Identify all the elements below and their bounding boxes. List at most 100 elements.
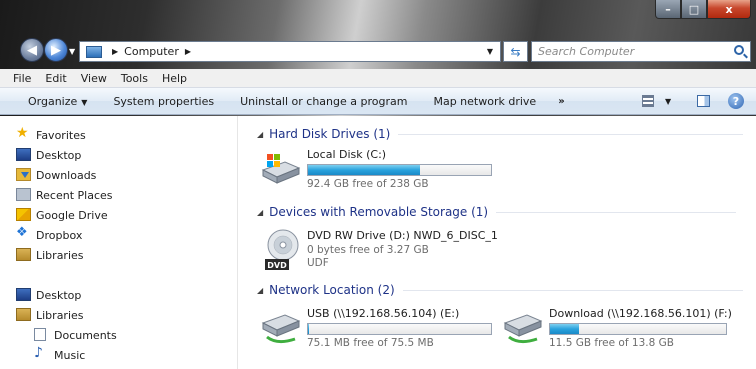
breadcrumb-separator-icon[interactable]: ▶ <box>185 47 191 56</box>
nav-documents[interactable]: Documents <box>34 326 117 344</box>
group-divider <box>496 211 737 213</box>
nav-downloads-label: Downloads <box>36 168 97 182</box>
back-button[interactable]: ◀ <box>20 38 44 62</box>
nav-recent-label: Recent Places <box>36 188 113 202</box>
group-divider <box>402 289 743 291</box>
search-icon[interactable] <box>734 45 744 55</box>
drive-f[interactable]: Download (\\192.168.56.101) (F:) 11.5 GB… <box>503 307 743 351</box>
maximize-button[interactable]: □ <box>681 0 707 19</box>
nav-desktop-root-label: Desktop <box>36 288 82 302</box>
drive-e-usage-fill <box>308 324 309 334</box>
nav-dropbox[interactable]: ❖ Dropbox <box>16 225 83 244</box>
arrow-right-icon: ▶ <box>51 42 61 58</box>
group-removable-storage[interactable]: ◢ Devices with Removable Storage (1) <box>257 205 737 219</box>
recent-pages-dropdown[interactable]: ▼ <box>69 47 75 56</box>
title-bar[interactable]: – □ x <box>0 0 756 34</box>
explorer-window: – □ x ◀ ▶ ▼ ▶ Computer ▶ ▼ ⇆ File Edit V… <box>0 0 756 369</box>
drive-f-name: Download (\\192.168.56.101) (F:) <box>549 307 732 320</box>
preview-pane-icon[interactable] <box>697 95 710 107</box>
search-box[interactable] <box>531 41 751 62</box>
drive-f-free-space: 11.5 GB free of 13.8 GB <box>549 337 674 349</box>
group-removable-label: Devices with Removable Storage (1) <box>269 205 489 219</box>
search-input[interactable] <box>538 45 728 58</box>
collapse-triangle-icon: ◢ <box>257 129 264 139</box>
drive-f-usage-bar <box>549 323 727 335</box>
breadcrumb-separator-icon[interactable]: ▶ <box>112 47 118 56</box>
drive-d-filesystem: UDF <box>307 257 329 269</box>
group-network-location[interactable]: ◢ Network Location (2) <box>257 283 743 297</box>
nav-desktop-root[interactable]: Desktop <box>16 286 82 304</box>
nav-favorites-label: Favorites <box>36 128 86 142</box>
minimize-button[interactable]: – <box>655 0 681 19</box>
nav-downloads[interactable]: Downloads <box>16 166 97 184</box>
drive-c-free-space: 92.4 GB free of 238 GB <box>307 178 429 190</box>
desktop-icon <box>16 148 31 161</box>
nav-libraries-label: Libraries <box>36 248 84 262</box>
refresh-button[interactable]: ⇆ <box>503 41 528 62</box>
drive-c[interactable]: Local Disk (C:) 92.4 GB free of 238 GB <box>261 148 501 192</box>
breadcrumb-computer[interactable]: Computer <box>124 45 179 58</box>
more-commands-button[interactable]: » <box>558 96 564 107</box>
computer-icon <box>86 45 102 58</box>
nav-desktop[interactable]: Desktop <box>16 146 82 164</box>
drive-c-usage-bar <box>307 164 492 176</box>
network-drive-icon <box>503 314 543 344</box>
navigation-pane: ★ Favorites Desktop Downloads Recent Pla… <box>0 116 238 369</box>
menu-file[interactable]: File <box>6 72 38 85</box>
menu-bar: File Edit View Tools Help <box>0 69 756 88</box>
nav-libraries-root[interactable]: Libraries <box>16 306 84 324</box>
uninstall-program-button[interactable]: Uninstall or change a program <box>240 95 407 108</box>
view-options-chevron-icon[interactable]: ▼ <box>665 97 671 106</box>
drive-d[interactable]: DVD DVD RW Drive (D:) NWD_6_DISC_1 0 byt… <box>261 229 521 275</box>
system-properties-button[interactable]: System properties <box>113 95 214 108</box>
group-network-label: Network Location (2) <box>269 283 395 297</box>
nav-dropbox-label: Dropbox <box>36 228 83 242</box>
star-icon: ★ <box>16 125 29 141</box>
map-network-drive-button[interactable]: Map network drive <box>433 95 536 108</box>
nav-music-label: Music <box>54 348 86 362</box>
collapse-triangle-icon: ◢ <box>257 285 264 295</box>
refresh-icon: ⇆ <box>510 44 521 59</box>
nav-documents-label: Documents <box>54 328 117 342</box>
drive-e-free-space: 75.1 MB free of 75.5 MB <box>307 337 434 349</box>
organize-button[interactable]: Organize ▼ <box>28 95 87 108</box>
drive-e-usage-bar <box>307 323 492 335</box>
change-view-icon[interactable] <box>642 95 654 107</box>
dvd-badge: DVD <box>267 261 287 270</box>
drive-e-name: USB (\\192.168.56.104) (E:) <box>307 307 460 320</box>
navigation-row: ◀ ▶ ▼ ▶ Computer ▶ ▼ ⇆ <box>0 34 756 65</box>
dropbox-icon: ❖ <box>16 225 28 240</box>
menu-help[interactable]: Help <box>155 72 194 85</box>
address-bar[interactable]: ▶ Computer ▶ ▼ <box>79 41 501 62</box>
nav-music[interactable]: ♪ Music <box>34 345 86 364</box>
menu-view[interactable]: View <box>74 72 114 85</box>
hard-drive-icon <box>261 154 301 184</box>
menu-tools[interactable]: Tools <box>114 72 155 85</box>
group-hard-disk-drives[interactable]: ◢ Hard Disk Drives (1) <box>257 127 744 141</box>
libraries-icon <box>16 248 31 261</box>
nav-google-drive[interactable]: Google Drive <box>16 206 108 224</box>
drive-f-usage-fill <box>550 324 580 334</box>
drive-e[interactable]: USB (\\192.168.56.104) (E:) 75.1 MB free… <box>261 307 501 351</box>
close-button[interactable]: x <box>707 0 751 19</box>
nav-libraries[interactable]: Libraries <box>16 246 84 264</box>
forward-button[interactable]: ▶ <box>44 38 68 62</box>
caption-buttons: – □ x <box>655 0 751 19</box>
arrow-left-icon: ◀ <box>27 42 37 58</box>
group-hdd-label: Hard Disk Drives (1) <box>269 127 391 141</box>
nav-libraries-root-label: Libraries <box>36 308 84 322</box>
main-pane: ◢ Hard Disk Drives (1) Local Disk (C:) 9… <box>239 116 756 369</box>
drive-c-name: Local Disk (C:) <box>307 148 387 161</box>
nav-favorites[interactable]: ★ Favorites <box>16 125 86 144</box>
nav-desktop-label: Desktop <box>36 148 82 162</box>
help-icon[interactable]: ? <box>728 93 744 109</box>
menu-edit[interactable]: Edit <box>38 72 73 85</box>
drive-d-free-space: 0 bytes free of 3.27 GB <box>307 244 429 256</box>
network-drive-icon <box>261 314 301 344</box>
address-dropdown-icon[interactable]: ▼ <box>480 42 500 61</box>
drive-d-name: DVD RW Drive (D:) NWD_6_DISC_1 <box>307 229 498 242</box>
nav-gdrive-label: Google Drive <box>36 208 108 222</box>
nav-recent-places[interactable]: Recent Places <box>16 186 113 204</box>
content-area: ★ Favorites Desktop Downloads Recent Pla… <box>0 116 756 369</box>
desktop-icon <box>16 288 31 301</box>
